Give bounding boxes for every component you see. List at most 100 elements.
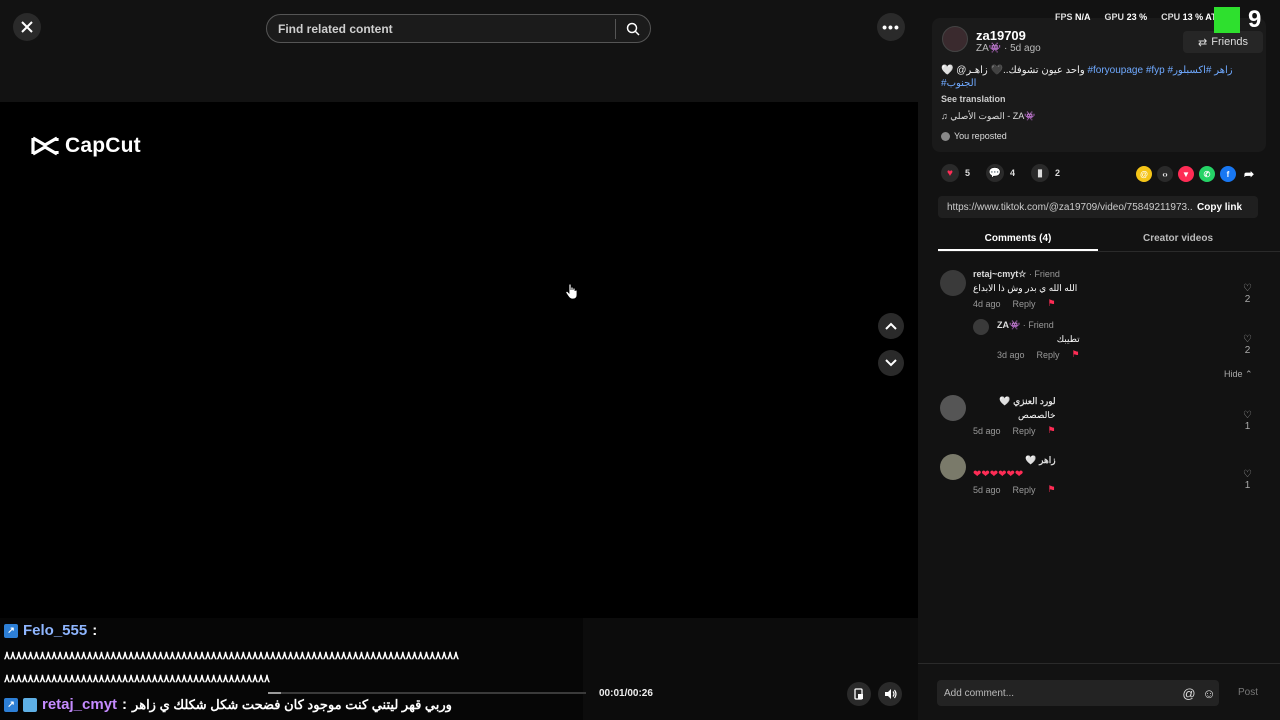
chat-badge-icon: ↗: [4, 697, 18, 712]
comment-like-button[interactable]: ♡ 1: [1243, 410, 1252, 432]
like-small-icon[interactable]: ⚑: [1048, 484, 1056, 495]
engagement-stats: ♥ 5 💬 4 ▮ 2: [941, 164, 1060, 182]
chat-badge-icon: ↗: [4, 623, 18, 638]
post-button[interactable]: Post: [1238, 687, 1258, 698]
video-time: 00:01/00:26: [599, 688, 653, 699]
music-link[interactable]: ♫ الصوت الأصلي - ZA👾: [941, 111, 1035, 122]
pip-icon: [854, 688, 863, 700]
friends-label: Friends: [1211, 36, 1248, 48]
reposted-label: You reposted: [954, 131, 1007, 141]
controls-background: [583, 618, 918, 720]
comment-composer: @ ☺: [937, 680, 1219, 706]
volume-button[interactable]: [878, 682, 902, 706]
comment-author[interactable]: لورد العنزي 🤍: [973, 396, 1055, 407]
comment-item: retaj~cmyt☆ · Friend الله الله ي بدر وش …: [973, 269, 1077, 309]
comment-like-count: 2: [1244, 294, 1251, 305]
next-video-button[interactable]: [878, 350, 904, 376]
overlay-logo: 9: [1214, 6, 1274, 34]
previous-video-button[interactable]: [878, 313, 904, 339]
search-input[interactable]: [267, 21, 615, 36]
comment-button[interactable]: 💬 4: [986, 164, 1015, 182]
comment-avatar[interactable]: [973, 319, 989, 335]
comment-like-button[interactable]: ♡ 2: [1243, 283, 1252, 305]
add-comment-input[interactable]: [937, 687, 1179, 699]
like-small-icon[interactable]: ⚑: [1048, 298, 1056, 309]
comment-author[interactable]: ZA👾 · Friend: [997, 320, 1080, 331]
author-username[interactable]: za19709: [976, 28, 1026, 43]
friends-button[interactable]: ⇄ Friends: [1183, 31, 1263, 53]
comment-author[interactable]: retaj~cmyt☆ · Friend: [973, 269, 1077, 280]
close-icon: [21, 21, 33, 33]
comment-avatar[interactable]: [940, 454, 966, 480]
save-button[interactable]: ▮ 2: [1031, 164, 1060, 182]
reply-button[interactable]: Reply: [1013, 485, 1036, 495]
save-count: 2: [1055, 168, 1061, 178]
repost-icon: [941, 131, 950, 141]
more-options-button[interactable]: •••: [877, 13, 905, 41]
chat-message-2: ↗ retaj_cmyt : وربي قهر ليتني كنت موجود …: [4, 696, 452, 713]
comment-time: 3d ago: [997, 349, 1025, 360]
overlay-logo-number: 9: [1248, 6, 1262, 33]
chat-message-text: ٨٨٨٨٨٨٨٨٨٨٨٨٨٨٨٨٨٨٨٨٨٨٨٨٨٨٨٨٨٨٨٨٨٨٨٨٨٨٨٨…: [4, 673, 270, 685]
description-hashtag[interactable]: #الجنوب: [941, 78, 976, 89]
comment-icon: 💬: [986, 164, 1005, 182]
comment-avatar[interactable]: [940, 395, 966, 421]
comment-avatar[interactable]: [940, 270, 966, 296]
heart-outline-icon: ♡: [1243, 469, 1252, 480]
comment-like-count: 2: [1244, 345, 1251, 356]
comment-like-count: 1: [1244, 480, 1251, 491]
author-avatar[interactable]: [942, 26, 968, 52]
hide-replies-button[interactable]: Hide ⌃: [1224, 369, 1253, 380]
facebook-icon[interactable]: f: [1220, 166, 1236, 182]
floating-player-button[interactable]: [847, 682, 871, 706]
send-icon[interactable]: ▼: [1178, 166, 1194, 182]
description-text: واحد عيون تشوفك..🖤 زاهـر@ 🤍: [941, 65, 1085, 76]
mention-icon[interactable]: @: [1179, 686, 1199, 701]
comment-like-button[interactable]: ♡ 2: [1243, 334, 1252, 356]
divider: [918, 663, 1280, 664]
comment-text: تطيبك: [1056, 334, 1080, 344]
emoji-icon[interactable]: ☺: [1199, 686, 1219, 701]
heart-outline-icon: ♡: [1243, 283, 1252, 294]
share-arrow-icon[interactable]: ➦: [1241, 166, 1257, 182]
more-dots-icon: •••: [882, 19, 900, 35]
comment-text: ❤❤❤❤❤❤: [973, 469, 1024, 480]
capcut-logo-icon: [31, 136, 59, 156]
comment-author[interactable]: زاهر 🤍: [973, 455, 1055, 466]
share-link-url[interactable]: https://www.tiktok.com/@za19709/video/75…: [938, 202, 1192, 213]
see-translation-link[interactable]: See translation: [941, 94, 1006, 104]
comment-count: 4: [1010, 168, 1016, 178]
stream-chat-overlay: ↗ Felo_555 : ٨٨٨٨٨٨٨٨٨٨٨٨٨٨٨٨٨٨٨٨٨٨٨٨٨٨٨…: [0, 618, 583, 720]
video-progress-bar[interactable]: [268, 692, 586, 694]
close-button[interactable]: [13, 13, 41, 41]
chevron-up-icon: [885, 322, 897, 330]
like-button[interactable]: ♥ 5: [941, 164, 970, 182]
comment-text: خالصصص: [1017, 410, 1056, 420]
tab-creator-videos[interactable]: Creator videos: [1098, 228, 1258, 251]
like-small-icon[interactable]: ⚑: [1048, 425, 1056, 436]
comment-time: 5d ago: [973, 484, 1001, 495]
description-hashtags[interactable]: #foryoupage #fyp #زاهر #اكسبلور: [1087, 65, 1232, 76]
heart-icon: ♥: [941, 164, 959, 182]
search-button[interactable]: [616, 15, 650, 42]
chevron-down-icon: [885, 359, 897, 367]
reply-button[interactable]: Reply: [1013, 426, 1036, 436]
reply-button[interactable]: Reply: [1013, 299, 1036, 309]
chat-username: retaj_cmyt: [42, 696, 118, 713]
gpu-readout: GPU 23 %: [1104, 12, 1148, 22]
green-logo-icon: [1214, 7, 1240, 33]
comment-like-button[interactable]: ♡ 1: [1243, 469, 1252, 491]
tab-comments[interactable]: Comments (4): [938, 228, 1098, 251]
embed-icon[interactable]: ‹›: [1157, 166, 1173, 182]
video-player[interactable]: ••• CapCut ↗ Felo_555 : ٨٨٨٨٨٨٨٨: [0, 0, 918, 720]
bookmark-icon: ▮: [1031, 164, 1050, 182]
like-small-icon[interactable]: ⚑: [1072, 349, 1080, 360]
chat-badge-icon: [23, 697, 37, 712]
whatsapp-icon[interactable]: ✆: [1199, 166, 1215, 182]
reply-button[interactable]: Reply: [1037, 350, 1060, 360]
copy-link-button[interactable]: Copy link: [1192, 202, 1242, 213]
chat-message-text: ٨٨٨٨٨٨٨٨٨٨٨٨٨٨٨٨٨٨٨٨٨٨٨٨٨٨٨٨٨٨٨٨٨٨٨٨٨٨٨٨…: [4, 650, 459, 662]
fps-readout: FPS N/A: [1055, 12, 1091, 22]
reposted-indicator: You reposted: [941, 131, 1007, 141]
repost-share-icon[interactable]: @: [1136, 166, 1152, 182]
